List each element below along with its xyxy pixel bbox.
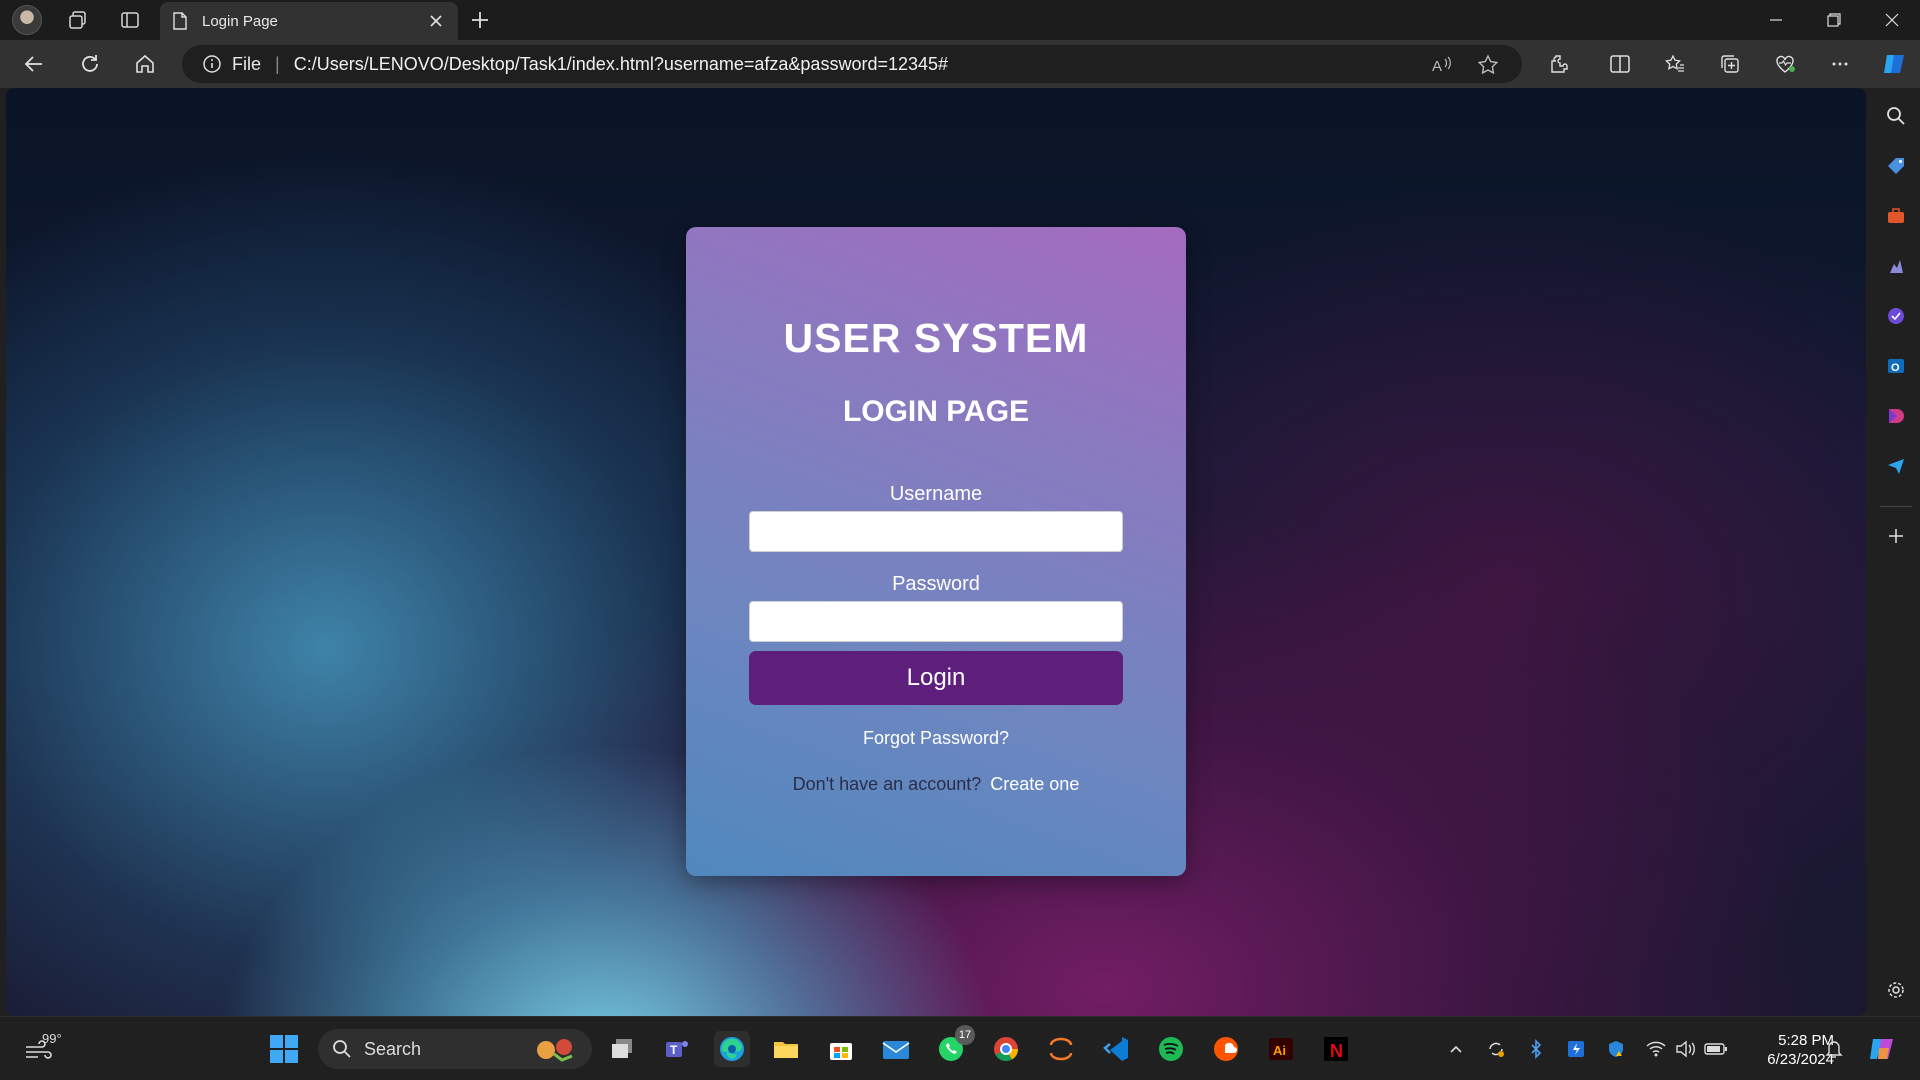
favorites-icon[interactable] [1661,50,1689,78]
svg-text:T: T [670,1043,678,1057]
file-explorer-icon[interactable] [768,1031,804,1067]
soundcloud-icon[interactable] [1208,1031,1244,1067]
login-button[interactable]: Login [749,651,1123,705]
new-tab-icon[interactable] [468,8,492,32]
password-label: Password [892,573,980,595]
page-icon [173,12,187,30]
start-button[interactable] [266,1031,302,1067]
page-viewport: USER SYSTEM LOGIN PAGE Username Password… [6,88,1866,1016]
copilot-sidebar-icon[interactable] [1884,304,1908,328]
taskbar-search[interactable]: Search [318,1029,592,1069]
address-separator: | [275,53,280,74]
collections-icon[interactable] [1716,50,1744,78]
illustrator-icon[interactable]: Ai [1263,1031,1299,1067]
battery-icon[interactable] [1704,1037,1728,1061]
page-heading: LOGIN PAGE [842,395,1030,428]
forgot-password-link[interactable]: Forgot Password? [686,728,1186,749]
create-account-link[interactable]: Create one [990,774,1079,794]
tab-login-page[interactable]: Login Page [160,2,458,40]
settings-icon[interactable] [1884,978,1908,1002]
send-icon[interactable] [1884,454,1908,478]
profile-avatar[interactable] [12,5,42,35]
copilot-taskbar-icon[interactable] [1866,1033,1898,1065]
back-icon[interactable] [20,50,48,78]
favorite-star-icon[interactable] [1476,53,1500,77]
whatsapp-badge: 17 [955,1025,975,1045]
username-input[interactable] [749,511,1123,552]
search-placeholder: Search [364,1038,422,1059]
wifi-icon[interactable] [1644,1037,1668,1061]
svg-text:N: N [1330,1041,1343,1061]
browser-tab-bar: Login Page [0,0,1920,40]
designer-icon[interactable] [1884,404,1908,428]
chrome-icon[interactable] [988,1031,1024,1067]
login-card: USER SYSTEM LOGIN PAGE Username Password… [686,227,1186,876]
netflix-icon[interactable]: N [1318,1031,1354,1067]
bluetooth-icon[interactable] [1524,1037,1548,1061]
clock-date: 6/23/2024 [1767,1051,1834,1068]
close-window-button[interactable] [1864,0,1920,40]
games-icon[interactable] [1884,254,1908,278]
home-icon[interactable] [131,50,159,78]
notification-bell-icon[interactable] [1822,1037,1846,1061]
more-options-icon[interactable] [1826,50,1854,78]
mail-icon[interactable] [878,1031,914,1067]
extensions-icon[interactable] [1545,50,1573,78]
minimize-button[interactable] [1748,0,1804,40]
show-hidden-icons-icon[interactable] [1444,1037,1468,1061]
sync-icon[interactable] [1484,1037,1508,1061]
security-icon[interactable] [1604,1037,1628,1061]
task-view-icon[interactable] [604,1031,640,1067]
system-clock[interactable]: 5:28 PM 6/23/2024 [1742,1031,1834,1069]
spotify-icon[interactable] [1153,1031,1189,1067]
address-url[interactable]: C:/Users/LENOVO/Desktop/Task1/index.html… [294,54,948,75]
clock-time: 5:28 PM [1778,1032,1834,1049]
svg-text:A: A [1432,58,1442,75]
tab-title: Login Page [202,12,278,30]
whatsapp-icon[interactable]: 17 [933,1025,975,1067]
vertical-tabs-icon[interactable] [116,6,144,34]
toolbox-icon[interactable] [1884,204,1908,228]
system-title: USER SYSTEM [783,315,1089,361]
scheme-label: File [232,53,262,74]
weather-temp: 99° [42,1031,62,1046]
svg-text:O: O [1891,362,1900,374]
teams-icon[interactable]: T [659,1031,695,1067]
browser-essentials-icon[interactable] [1771,50,1799,78]
power-manager-icon[interactable] [1564,1037,1588,1061]
edge-sidebar: O [1872,88,1920,1016]
workspaces-icon[interactable] [64,6,92,34]
address-bar[interactable]: File | C:/Users/LENOVO/Desktop/Task1/ind… [182,45,1522,83]
search-icon [333,1040,351,1058]
search-highlight-icon [537,1039,573,1062]
search-icon[interactable] [1884,104,1908,128]
username-label: Username [889,483,983,505]
signup-prompt: Don't have an account? [792,774,982,794]
volume-icon[interactable] [1674,1037,1698,1061]
close-tab-icon[interactable] [426,11,446,31]
jupyter-icon[interactable] [1043,1031,1079,1067]
outlook-icon[interactable]: O [1884,354,1908,378]
windows-taskbar: 99° Search T 17 Ai N 5:28 PM 6/23/2024 [0,1016,1920,1080]
vscode-icon[interactable] [1098,1031,1134,1067]
sidebar-divider [1880,506,1912,507]
restore-button[interactable] [1806,0,1862,40]
info-icon[interactable] [202,54,222,74]
svg-text:Ai: Ai [1273,1043,1286,1058]
edge-icon[interactable] [714,1031,750,1067]
signup-row: Don't have an account? Create one [686,774,1186,795]
refresh-icon[interactable] [76,50,104,78]
split-screen-icon[interactable] [1606,50,1634,78]
copilot-icon[interactable] [1880,50,1908,78]
read-aloud-icon[interactable]: A [1430,53,1454,77]
shopping-tag-icon[interactable] [1884,154,1908,178]
weather-widget[interactable]: 99° [24,1031,80,1067]
microsoft-store-icon[interactable] [823,1031,859,1067]
add-icon[interactable] [1884,524,1908,548]
browser-toolbar: File | C:/Users/LENOVO/Desktop/Task1/ind… [0,40,1920,88]
password-input[interactable] [749,601,1123,642]
